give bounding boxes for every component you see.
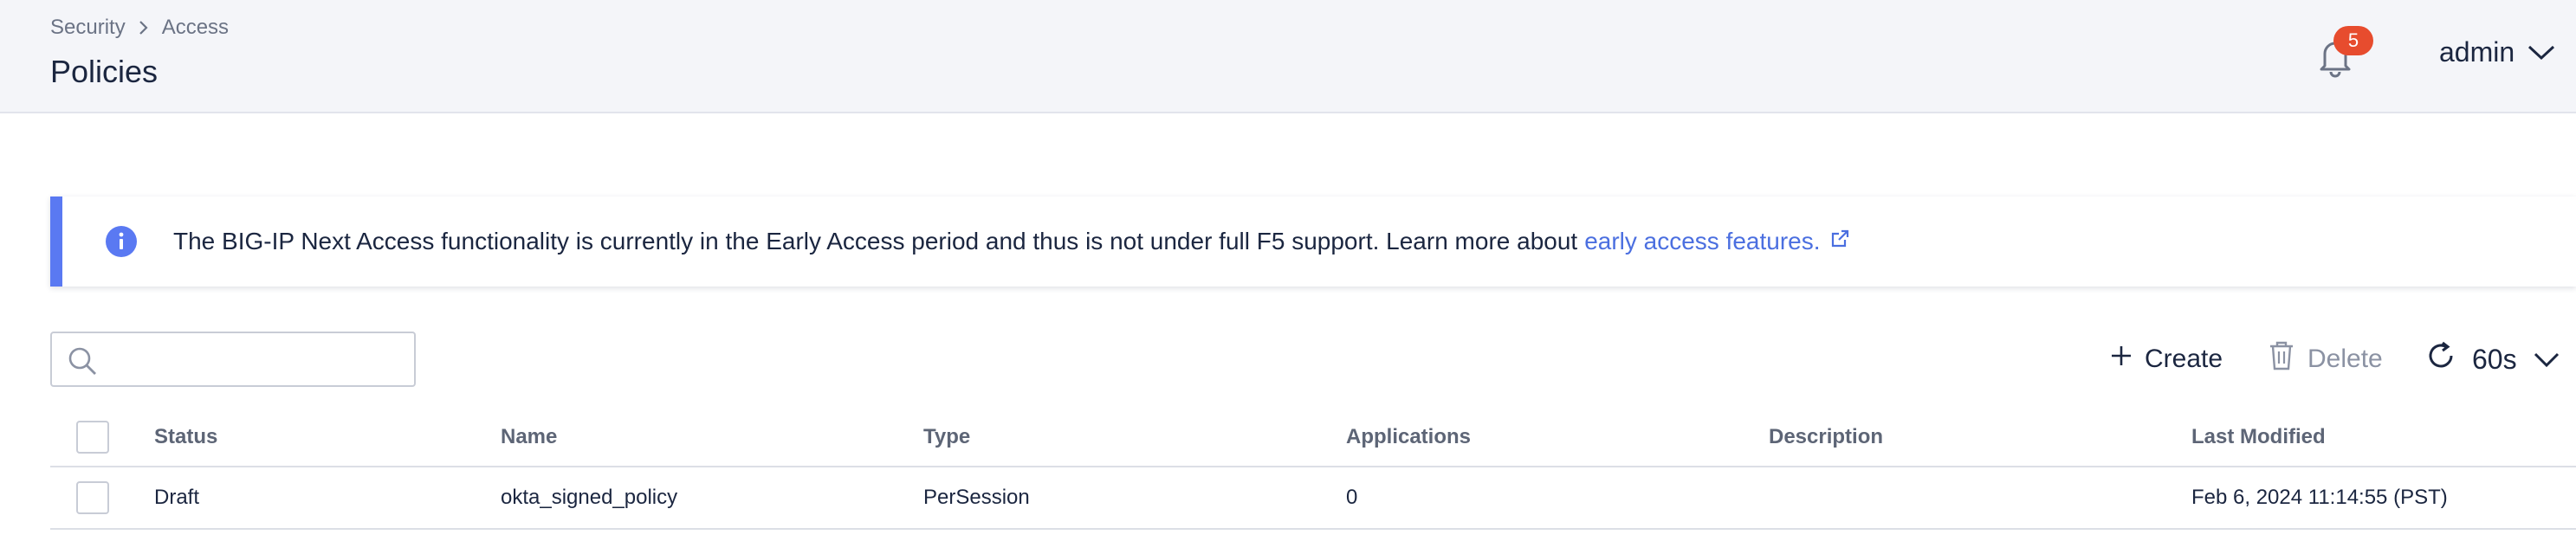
create-label: Create (2145, 345, 2223, 373)
table-header-row: Status Name Type Applications Descriptio… (50, 409, 2576, 467)
column-header-description[interactable]: Description (1769, 409, 1883, 466)
row-type: PerSession (923, 486, 1030, 509)
row-last-modified: Feb 6, 2024 11:14:55 (PST) (2191, 486, 2448, 509)
column-header-name[interactable]: Name (501, 409, 557, 466)
breadcrumb-security[interactable]: Security (50, 16, 126, 40)
search-input[interactable] (113, 340, 398, 378)
early-access-link-label: early access features. (1584, 228, 1821, 254)
username: admin (2439, 35, 2515, 68)
row-status: Draft (154, 486, 200, 509)
info-icon (106, 226, 137, 257)
external-link-icon (1829, 228, 1850, 255)
delete-label: Delete (2307, 345, 2383, 373)
banner-text: The BIG-IP Next Access functionality is … (173, 228, 1578, 254)
row-select-cell (76, 467, 109, 528)
refresh-control[interactable]: 60s (2425, 338, 2560, 381)
chevron-right-icon (138, 19, 150, 36)
search-box[interactable] (50, 332, 416, 387)
early-access-link[interactable]: early access features. (1584, 228, 1849, 255)
column-header-status[interactable]: Status (154, 409, 217, 466)
row-applications: 0 (1346, 486, 1358, 509)
breadcrumb-access: Access (161, 16, 230, 39)
chevron-down-icon (2533, 344, 2560, 376)
row-checkbox[interactable] (76, 481, 109, 514)
banner-message: The BIG-IP Next Access functionality is … (173, 196, 1850, 287)
early-access-banner: The BIG-IP Next Access functionality is … (50, 196, 2576, 287)
create-button[interactable]: Create (2110, 338, 2223, 381)
table-row: Draft okta_signed_policy PerSession 0 Fe… (50, 467, 2576, 530)
chevron-down-icon (2527, 36, 2556, 68)
delete-button[interactable]: Delete (2268, 338, 2383, 381)
refresh-interval: 60s (2472, 343, 2517, 375)
row-name-link[interactable]: okta_signed_policy (501, 467, 677, 528)
plus-icon (2110, 345, 2133, 374)
column-header-last-modified[interactable]: Last Modified (2191, 409, 2326, 466)
page-header: Security Access Policies 5 admin (0, 0, 2576, 113)
select-all-checkbox[interactable] (76, 421, 109, 454)
column-header-applications[interactable]: Applications (1346, 409, 1471, 466)
notification-badge: 5 (2333, 26, 2373, 55)
search-icon (68, 346, 97, 376)
breadcrumb: Security Access (50, 14, 229, 42)
column-header-type[interactable]: Type (923, 409, 970, 466)
policies-table: Status Name Type Applications Descriptio… (50, 409, 2576, 530)
select-all-cell (76, 409, 109, 466)
user-menu[interactable]: admin (2439, 31, 2556, 73)
page-title: Policies (50, 54, 159, 89)
trash-icon (2268, 340, 2295, 378)
refresh-icon (2425, 340, 2456, 378)
